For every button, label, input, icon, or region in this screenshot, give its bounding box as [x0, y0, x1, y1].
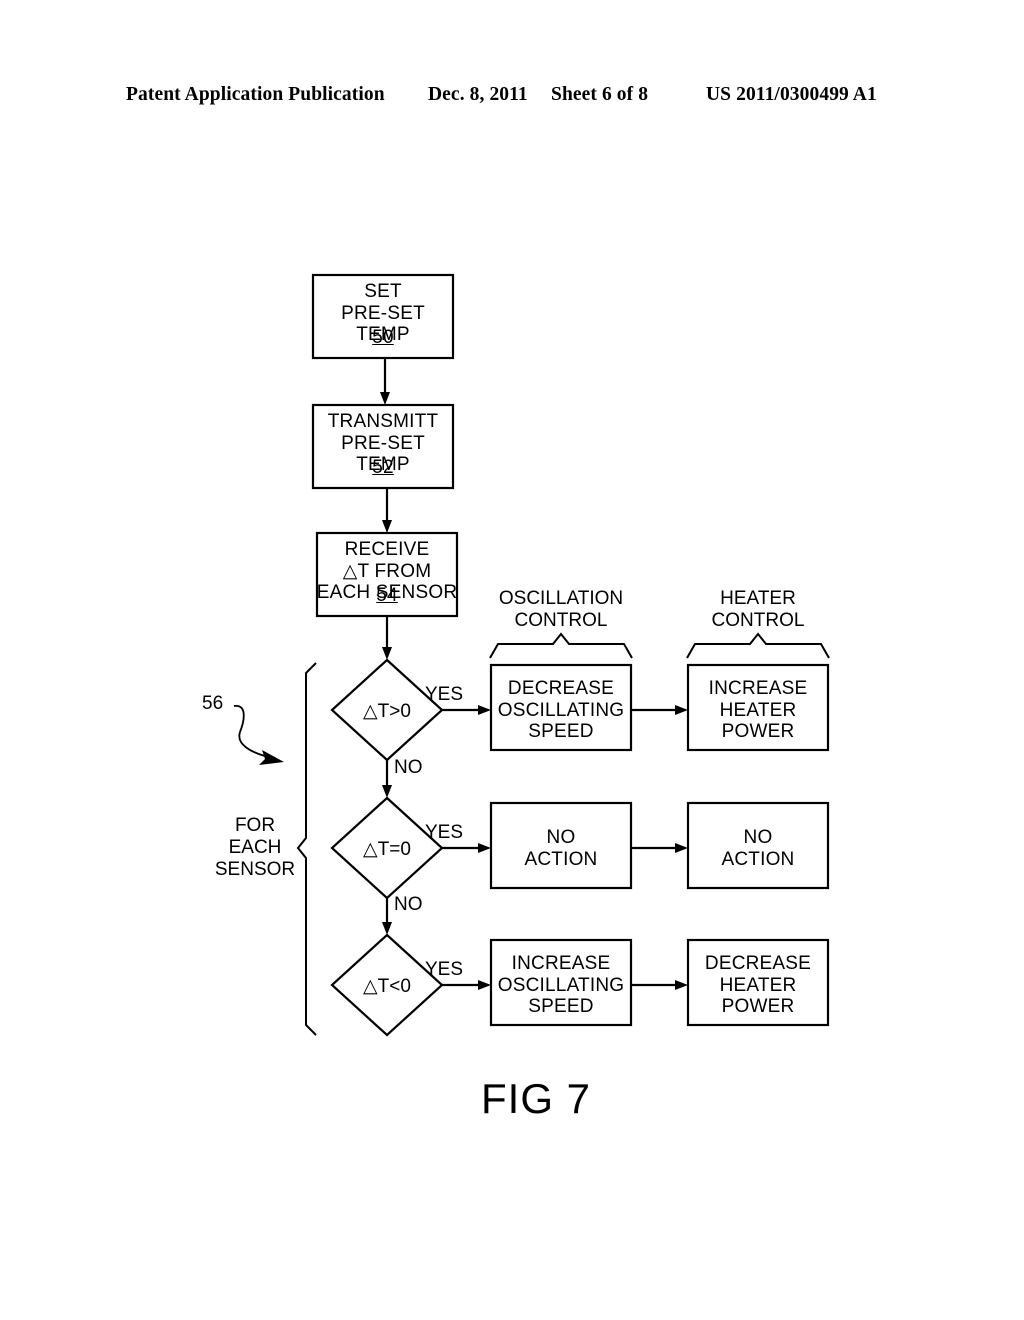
for-each-sensor-label: FOR EACH SENSOR: [214, 815, 296, 880]
arrowhead-54-to-d1: [382, 647, 392, 660]
arrowhead-no-1: [382, 785, 392, 798]
brace-heater-column: [686, 632, 830, 659]
process-box-54-ref: 54: [376, 585, 398, 606]
process-box-52-ref: 52: [372, 457, 394, 478]
process-box-50-ref: 50: [372, 327, 394, 348]
action-heater-1-label: INCREASE HEATER POWER: [708, 678, 808, 742]
callout-56-leader: [233, 705, 269, 758]
yes-label-3: YES: [425, 959, 464, 980]
no-label-1: NO: [394, 757, 423, 778]
action-heater-2-label: NO ACTION: [721, 827, 795, 870]
action-oscillation-2-label: NO ACTION: [524, 827, 598, 870]
arrowhead-52-to-54: [382, 520, 392, 533]
yes-label-1: YES: [425, 684, 464, 705]
arrowhead-no-2: [382, 922, 392, 935]
figure-caption: FIG 7: [481, 1075, 592, 1122]
yes-label-2: YES: [425, 822, 464, 843]
callout-56-arrowhead: [259, 750, 284, 765]
decision-label-1: △T>0: [363, 701, 411, 722]
action-heater-3-label: DECREASE HEATER POWER: [704, 953, 812, 1017]
column-header-oscillation: OSCILLATION CONTROL: [498, 588, 624, 631]
brace-oscillation-column: [489, 632, 633, 659]
patent-figure-7: SET PRE-SET TEMP 50 TRANSMITT PRE-SET TE…: [0, 0, 1024, 1320]
decision-label-3: △T<0: [363, 976, 411, 997]
callout-number-56: 56: [202, 693, 224, 714]
decision-label-2: △T=0: [363, 839, 411, 860]
arrowhead-50-to-52: [380, 392, 390, 405]
action-oscillation-3-label: INCREASE OSCILLATING SPEED: [497, 953, 625, 1017]
no-label-2: NO: [394, 894, 423, 915]
action-oscillation-1-label: DECREASE OSCILLATING SPEED: [497, 678, 625, 742]
column-header-heater: HEATER CONTROL: [711, 588, 805, 631]
